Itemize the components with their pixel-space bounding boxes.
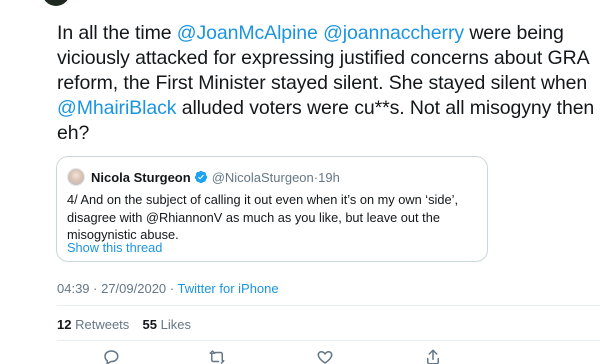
mention-link[interactable]: @MhairiBlack bbox=[57, 97, 176, 119]
tweet-page: In all the time @JoanMcAlpine @joannacch… bbox=[0, 0, 600, 364]
tweet-text-segment: alluded voters were cu**s. Not all misog… bbox=[176, 97, 595, 119]
tweet-text-line: viciously attacked for expressing justif… bbox=[57, 46, 590, 71]
divider bbox=[57, 305, 600, 306]
share-icon[interactable] bbox=[424, 348, 442, 364]
likes-count[interactable]: 55 bbox=[143, 317, 157, 332]
tweet-text-segment: were being bbox=[464, 22, 564, 44]
retweets-count[interactable]: 12 bbox=[57, 317, 71, 332]
show-thread-link[interactable]: Show this thread bbox=[67, 240, 162, 255]
divider bbox=[57, 340, 600, 341]
quoted-body-line: disagree with @RhiannonV as much as you … bbox=[67, 209, 440, 225]
tweet-text: In all the time @JoanMcAlpine @joannacch… bbox=[57, 21, 594, 146]
tweet-metadata: 04:39 · 27/09/2020 · Twitter for iPhone bbox=[57, 281, 279, 296]
quoted-body-line: 4/ And on the subject of calling it out … bbox=[67, 192, 459, 207]
tweet-text-segment: eh? bbox=[57, 122, 90, 144]
tweet-text-line: reform, the First Minister stayed silent… bbox=[57, 71, 587, 96]
quoted-author-name[interactable]: Nicola Sturgeon bbox=[91, 170, 191, 185]
quoted-tweet-header: Nicola Sturgeon @NicolaSturgeon · 19h bbox=[67, 167, 340, 187]
tweet-stats: 12 Retweets 55 Likes bbox=[57, 317, 191, 332]
quoted-avatar[interactable] bbox=[67, 168, 85, 186]
mention-link[interactable]: @joannaccherry bbox=[323, 22, 464, 44]
retweet-icon[interactable] bbox=[208, 348, 226, 364]
heart-icon[interactable] bbox=[316, 348, 334, 364]
quoted-tweet-body: 4/ And on the subject of calling it out … bbox=[67, 191, 482, 244]
likes-label[interactable]: Likes bbox=[161, 317, 191, 332]
quoted-tweet[interactable]: Nicola Sturgeon @NicolaSturgeon · 19h 4/… bbox=[56, 156, 488, 262]
tweet-text-line: @MhairiBlack alluded voters were cu**s. … bbox=[57, 96, 594, 121]
tweet-text-line: In all the time @JoanMcAlpine @joannacch… bbox=[57, 21, 577, 46]
avatar[interactable] bbox=[42, 0, 70, 6]
tweet-text-line: eh? bbox=[57, 121, 577, 146]
verified-badge-icon bbox=[194, 170, 208, 184]
tweet-text-segment: viciously attacked for expressing justif… bbox=[57, 47, 590, 69]
tweet-text-segment: reform, the First Minister stayed silent… bbox=[57, 72, 588, 94]
retweets-label[interactable]: Retweets bbox=[75, 317, 129, 332]
tweet-timestamp[interactable]: 04:39 · 27/09/2020 · bbox=[57, 281, 177, 296]
tweet-text-segment: In all the time bbox=[57, 22, 177, 44]
mention-link[interactable]: @JoanMcAlpine bbox=[177, 22, 318, 44]
reply-icon[interactable] bbox=[102, 348, 120, 364]
tweet-source-link[interactable]: Twitter for iPhone bbox=[177, 281, 278, 296]
quoted-timestamp[interactable]: 19h bbox=[318, 170, 340, 185]
quoted-author-handle[interactable]: @NicolaSturgeon bbox=[212, 170, 314, 185]
tweet-actions bbox=[0, 348, 600, 364]
